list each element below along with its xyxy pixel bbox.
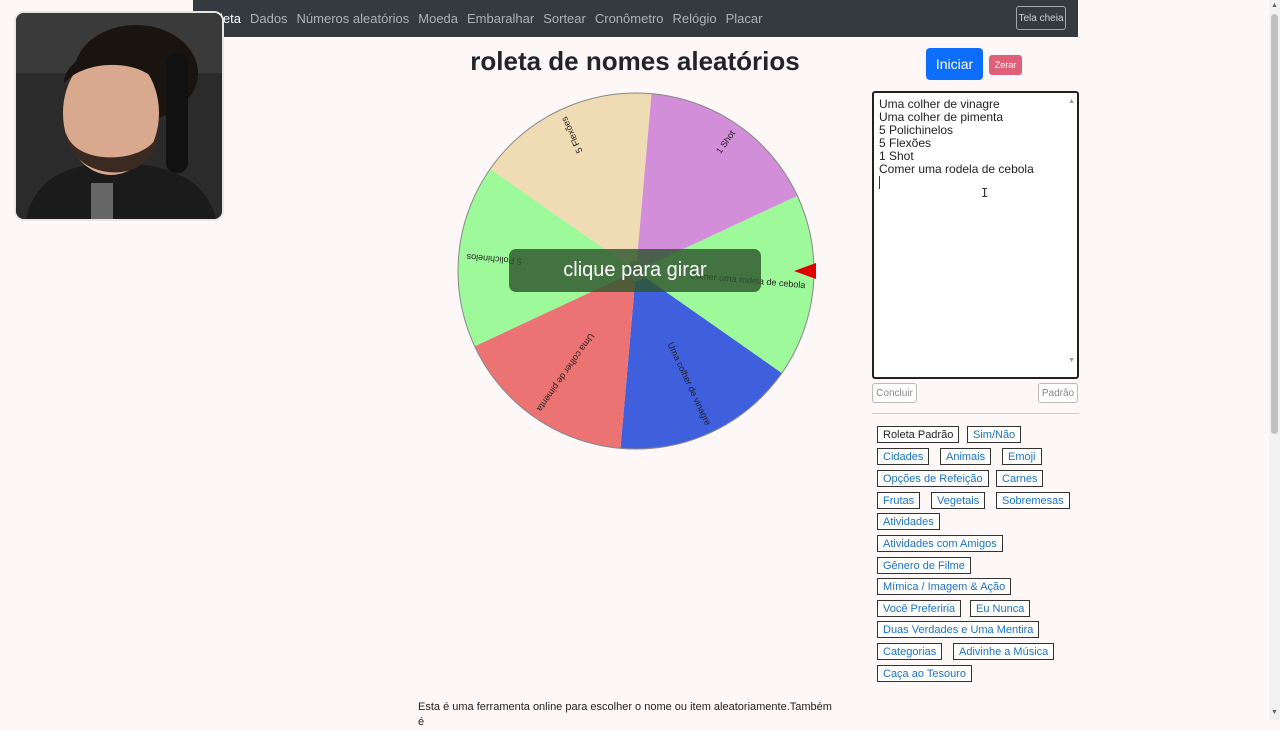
reset-button[interactable]: Zerar (989, 55, 1022, 75)
preset-eu-nunca[interactable]: Eu Nunca (970, 600, 1031, 617)
names-textarea[interactable]: Uma colher de vinagre Uma colher de pime… (872, 91, 1079, 379)
preset-voce-preferiria[interactable]: Você Preferiria (877, 600, 962, 617)
preset-opcoes-refeicao[interactable]: Opções de Refeição (877, 470, 989, 487)
preset-sobremesas[interactable]: Sobremesas (996, 492, 1070, 509)
preset-frutas[interactable]: Frutas (877, 492, 921, 509)
preset-duas-verdades[interactable]: Duas Verdades e Uma Mentira (877, 621, 1040, 638)
fullscreen-button[interactable]: Tela cheia (1016, 6, 1066, 30)
preset-vegetais[interactable]: Vegetais (931, 492, 986, 509)
webcam-overlay (14, 11, 224, 221)
done-button[interactable]: Concluir (872, 383, 917, 403)
mouse-cursor-icon: I (981, 186, 989, 200)
description-text: Esta é uma ferramenta online para escolh… (418, 701, 832, 728)
scroll-up-icon[interactable]: ▲ (1068, 95, 1075, 108)
preset-categorias[interactable]: Categorias (877, 643, 943, 660)
preset-genero-filme[interactable]: Gênero de Filme (877, 557, 971, 574)
preset-roleta-padrao[interactable]: Roleta Padrão (877, 426, 960, 443)
preset-sim-nao[interactable]: Sim/Não (967, 426, 1022, 443)
preset-emoji[interactable]: Emoji (1002, 448, 1042, 465)
nav-link-embaralhar[interactable]: Embaralhar (467, 11, 534, 26)
person-silhouette-icon (16, 13, 222, 219)
scroll-up-arrow-icon[interactable]: ▲ (1271, 2, 1278, 9)
default-button[interactable]: Padrão (1038, 383, 1078, 403)
nav-link-sortear[interactable]: Sortear (543, 11, 586, 26)
scrollbar-thumb[interactable] (1271, 14, 1278, 434)
divider (872, 413, 1079, 414)
preset-cidades[interactable]: Cidades (877, 448, 930, 465)
nav-link-moeda[interactable]: Moeda (418, 11, 458, 26)
scroll-down-arrow-icon[interactable]: ▼ (1271, 709, 1278, 716)
preset-animais[interactable]: Animais (940, 448, 992, 465)
spin-button[interactable]: clique para girar (509, 249, 761, 292)
preset-atividades-amigos[interactable]: Atividades com Amigos (877, 535, 1003, 552)
nav-link-cronometro[interactable]: Cronômetro (595, 11, 664, 26)
scroll-down-icon[interactable]: ▼ (1068, 354, 1075, 367)
page-title: roleta de nomes aleatórios (470, 46, 800, 76)
nav-link-placar[interactable]: Placar (726, 11, 763, 26)
preset-atividades[interactable]: Atividades (877, 513, 940, 530)
nav-link-numeros[interactable]: Números aleatórios (297, 11, 410, 26)
nav-link-dados[interactable]: Dados (250, 11, 288, 26)
start-button[interactable]: Iniciar (926, 48, 983, 80)
preset-adivinhe-musica[interactable]: Adivinhe a Música (953, 643, 1055, 660)
preset-caca-tesouro[interactable]: Caça ao Tesouro (877, 665, 972, 682)
text-caret (879, 176, 1072, 192)
name-line: Comer uma rodela de cebola (879, 162, 1034, 176)
nav-links: leta Dados Números aleatórios Moeda Emba… (220, 0, 771, 37)
nav-link-relogio[interactable]: Relógio (673, 11, 717, 26)
preset-mimica[interactable]: Mímica / Imagem & Ação (877, 578, 1012, 595)
preset-carnes[interactable]: Carnes (996, 470, 1044, 487)
